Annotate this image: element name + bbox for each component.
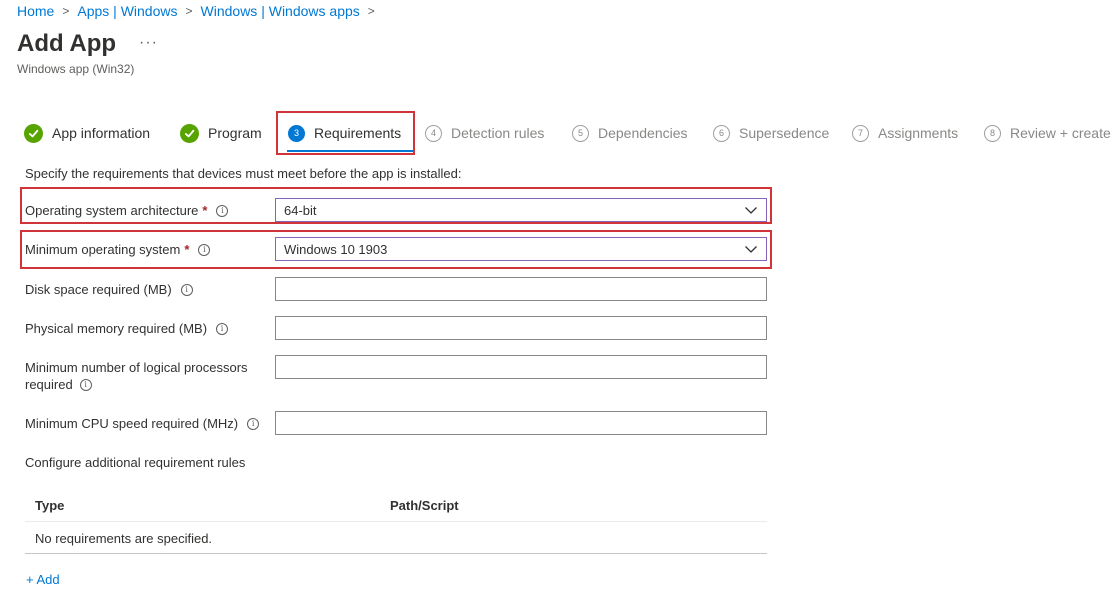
chevron-down-icon [745,207,757,214]
field-label-text: Minimum operating system [25,242,181,257]
step-label: Assignments [878,125,959,141]
step-number-badge: 5 [572,124,589,142]
step-label: App information [52,125,151,141]
os-architecture-label: Operating system architecture * i [25,203,229,218]
info-icon[interactable]: i [216,322,229,335]
info-icon[interactable]: i [247,417,260,430]
active-step-indicator [287,150,414,152]
step-label: Dependencies [598,125,688,141]
disk-space-input[interactable] [275,277,767,301]
physical-memory-input[interactable] [275,316,767,340]
page-title: Add App [17,30,117,57]
step-number-badge: 6 [713,124,730,142]
step-label: Supersedence [739,125,830,141]
logical-processors-label: Minimum number of logical processors req… [25,359,265,393]
info-icon[interactable]: i [180,283,193,296]
empty-state-text: No requirements are specified. [35,531,213,546]
step-number-badge: 7 [852,124,869,142]
info-icon[interactable]: i [216,204,229,217]
disk-space-label: Disk space required (MB) i [25,282,193,297]
info-icon[interactable]: i [198,243,211,256]
step-number-badge: 8 [984,124,1001,142]
checkmark-icon [180,123,199,143]
step-supersedence[interactable]: 6 Supersedence [713,118,829,148]
info-icon[interactable]: i [79,378,92,391]
step-number-badge: 4 [425,124,442,142]
step-label: Requirements [314,125,402,141]
os-architecture-dropdown[interactable]: 64-bit [275,198,767,222]
field-label-text: Disk space required (MB) [25,282,172,297]
chevron-right-icon: > [62,4,70,18]
step-app-information[interactable]: App information [24,118,150,148]
min-os-label: Minimum operating system * i [25,242,211,257]
field-label-text: Minimum CPU speed required (MHz) [25,416,239,431]
step-dependencies[interactable]: 5 Dependencies [572,118,688,148]
chevron-down-icon [745,246,757,253]
dropdown-value: 64-bit [284,202,317,218]
column-header-path-script[interactable]: Path/Script [390,498,459,513]
step-requirements[interactable]: 3 Requirements [288,118,401,148]
min-os-dropdown[interactable]: Windows 10 1903 [275,237,767,261]
additional-rules-title: Configure additional requirement rules [25,455,246,470]
table-header: Type Path/Script [25,490,767,522]
logical-processors-input[interactable] [275,355,767,379]
step-label: Review + create [1010,125,1111,141]
breadcrumb-windows-apps[interactable]: Windows | Windows apps [201,3,360,19]
column-header-type[interactable]: Type [35,498,64,513]
breadcrumb-apps-windows[interactable]: Apps | Windows [77,3,177,19]
cpu-speed-label: Minimum CPU speed required (MHz) i [25,416,260,431]
requirements-intro: Specify the requirements that devices mu… [25,166,462,181]
chevron-right-icon: > [185,4,193,18]
step-number-badge: 3 [288,124,305,142]
step-label: Detection rules [451,125,545,141]
step-assignments[interactable]: 7 Assignments [852,118,958,148]
page-subtitle: Windows app (Win32) [17,62,135,76]
field-label-text: Physical memory required (MB) [25,321,208,336]
field-label-text: Operating system architecture [25,203,199,218]
physical-memory-label: Physical memory required (MB) i [25,321,229,336]
step-label: Program [208,125,262,141]
add-rule-button[interactable]: + Add [26,572,60,587]
required-indicator: * [202,203,208,218]
field-label-line: required i [25,376,265,393]
breadcrumb-home[interactable]: Home [17,3,54,19]
requirement-rules-table: Type Path/Script No requirements are spe… [25,490,767,554]
wizard-steps: App information Program 3 Requirements 4… [24,118,1115,154]
checkmark-icon [24,123,43,143]
step-detection-rules[interactable]: 4 Detection rules [425,118,544,148]
table-empty-row: No requirements are specified. [25,522,767,554]
step-program[interactable]: Program [180,118,262,148]
field-label-text: Minimum number of logical processors [25,360,248,375]
field-label-text: required [25,377,73,392]
dropdown-value: Windows 10 1903 [284,241,388,257]
cpu-speed-input[interactable] [275,411,767,435]
required-indicator: * [184,242,190,257]
breadcrumb: Home > Apps | Windows > Windows | Window… [17,2,383,20]
step-review-create[interactable]: 8 Review + create [984,118,1111,148]
chevron-right-icon: > [367,4,375,18]
more-options-icon[interactable]: ··· [139,34,158,52]
